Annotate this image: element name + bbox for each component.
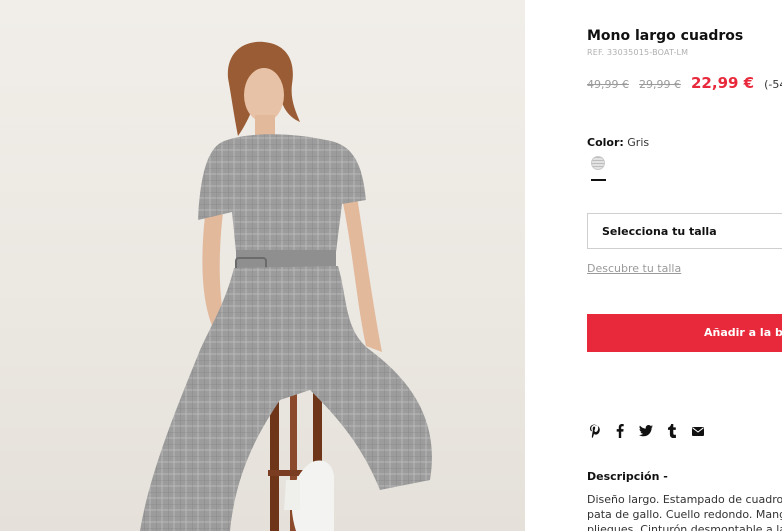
add-to-bag-label: Añadir a la bolsa: [704, 326, 782, 339]
model-illustration: [140, 41, 432, 531]
discount-percent: (-54%: [764, 78, 782, 91]
facebook-icon[interactable]: [613, 423, 627, 439]
size-select[interactable]: Selecciona tu talla: [587, 213, 782, 249]
color-label: Color:: [587, 136, 624, 149]
description-text: Diseño largo. Estampado de cuadros pata …: [587, 492, 782, 531]
size-guide-link[interactable]: Descubre tu talla: [587, 262, 681, 275]
selected-swatch-indicator: [591, 179, 606, 181]
color-value: Gris: [627, 136, 650, 149]
email-icon[interactable]: [691, 423, 705, 439]
size-select-label: Selecciona tu talla: [602, 225, 717, 238]
description-line: pata de gallo. Cuello redondo. Manga: [587, 508, 782, 521]
original-price: 49,99 €: [587, 78, 629, 91]
previous-price: 29,99 €: [639, 78, 681, 91]
description-title: Descripción -: [587, 470, 668, 483]
share-icons: [587, 423, 717, 439]
product-info-panel: Mono largo cuadros REF. 33035015-BOAT-LM…: [587, 0, 782, 531]
add-to-bag-button[interactable]: Añadir a la bolsa: [587, 314, 782, 352]
product-image[interactable]: [0, 0, 525, 531]
price-row: 49,99 € 29,99 € 22,99 € (-54%: [587, 74, 782, 92]
product-title: Mono largo cuadros: [587, 28, 744, 44]
tumblr-icon[interactable]: [665, 423, 679, 439]
color-label-row: Color: Gris: [587, 136, 649, 149]
description-line: Diseño largo. Estampado de cuadros: [587, 493, 782, 506]
twitter-icon[interactable]: [639, 423, 653, 439]
description-line: pliegues. Cinturón desmontable a la: [587, 523, 782, 531]
current-price: 22,99 €: [691, 74, 755, 92]
color-swatch-gris[interactable]: [591, 156, 605, 170]
pinterest-icon[interactable]: [587, 423, 601, 439]
product-reference: REF. 33035015-BOAT-LM: [587, 48, 689, 57]
